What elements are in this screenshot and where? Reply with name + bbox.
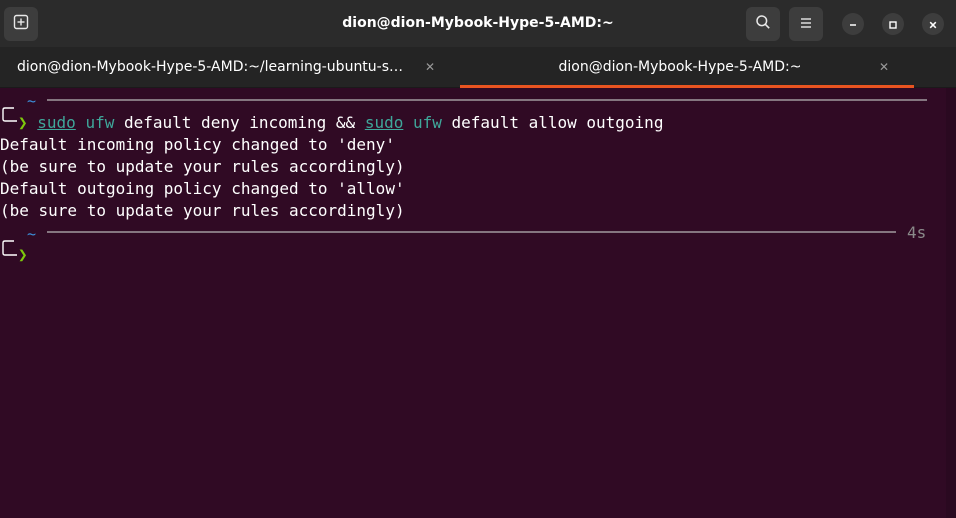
tab-learning-ubuntu-server[interactable]: dion@dion-Mybook-Hype-5-AMD:~/learning-u… — [0, 47, 458, 88]
prompt-arrow-icon: ❯ — [18, 113, 28, 132]
prompt-directory: ~ — [27, 92, 37, 110]
tab-label: dion@dion-Mybook-Hype-5-AMD:~/learning-u… — [17, 59, 409, 75]
cmd-args: default deny incoming && — [114, 113, 365, 132]
terminal-output[interactable]: ~ ❯ sudo ufw default deny incoming && su… — [0, 88, 946, 518]
maximize-icon — [888, 15, 898, 34]
new-tab-button[interactable] — [4, 7, 38, 41]
tab-label: dion@dion-Mybook-Hype-5-AMD:~ — [558, 59, 802, 75]
cmd-args: default allow outgoing — [441, 113, 664, 132]
prompt-directory: ~ — [27, 225, 37, 243]
search-button[interactable] — [746, 7, 780, 41]
prompt-arrow-icon: ❯ — [18, 245, 28, 264]
title-bar: dion@dion-Mybook-Hype-5-AMD:~ — [0, 0, 956, 47]
search-icon — [755, 14, 771, 34]
command-line: ❯ — [18, 244, 28, 266]
output-line: (be sure to update your rules accordingl… — [0, 157, 405, 176]
output-line: Default incoming policy changed to 'deny… — [0, 135, 395, 154]
terminal-scrollbar[interactable] — [946, 88, 956, 518]
cmd-sudo: sudo — [364, 113, 404, 132]
minimize-icon — [848, 15, 858, 34]
hamburger-menu-icon — [799, 15, 813, 34]
cmd-ufw: ufw — [412, 113, 442, 132]
tab-home[interactable]: dion@dion-Mybook-Hype-5-AMD:~ ✕ — [460, 47, 914, 88]
cmd-sudo: sudo — [37, 113, 76, 132]
minimize-button[interactable] — [842, 13, 864, 35]
close-window-button[interactable] — [922, 13, 944, 35]
close-icon — [928, 15, 938, 34]
menu-button[interactable] — [789, 7, 823, 41]
command-duration: 4s — [907, 223, 927, 242]
maximize-button[interactable] — [882, 13, 904, 35]
output-line: (be sure to update your rules accordingl… — [0, 201, 405, 220]
command-line: ❯ sudo ufw default deny incoming && sudo… — [18, 112, 663, 134]
tab-bar: dion@dion-Mybook-Hype-5-AMD:~/learning-u… — [0, 47, 956, 119]
new-tab-icon — [13, 14, 29, 34]
tab-close-icon[interactable]: ✕ — [875, 58, 893, 76]
cmd-ufw: ufw — [85, 113, 115, 132]
tab-close-icon[interactable]: ✕ — [421, 58, 439, 76]
output-line: Default outgoing policy changed to 'allo… — [0, 179, 405, 198]
